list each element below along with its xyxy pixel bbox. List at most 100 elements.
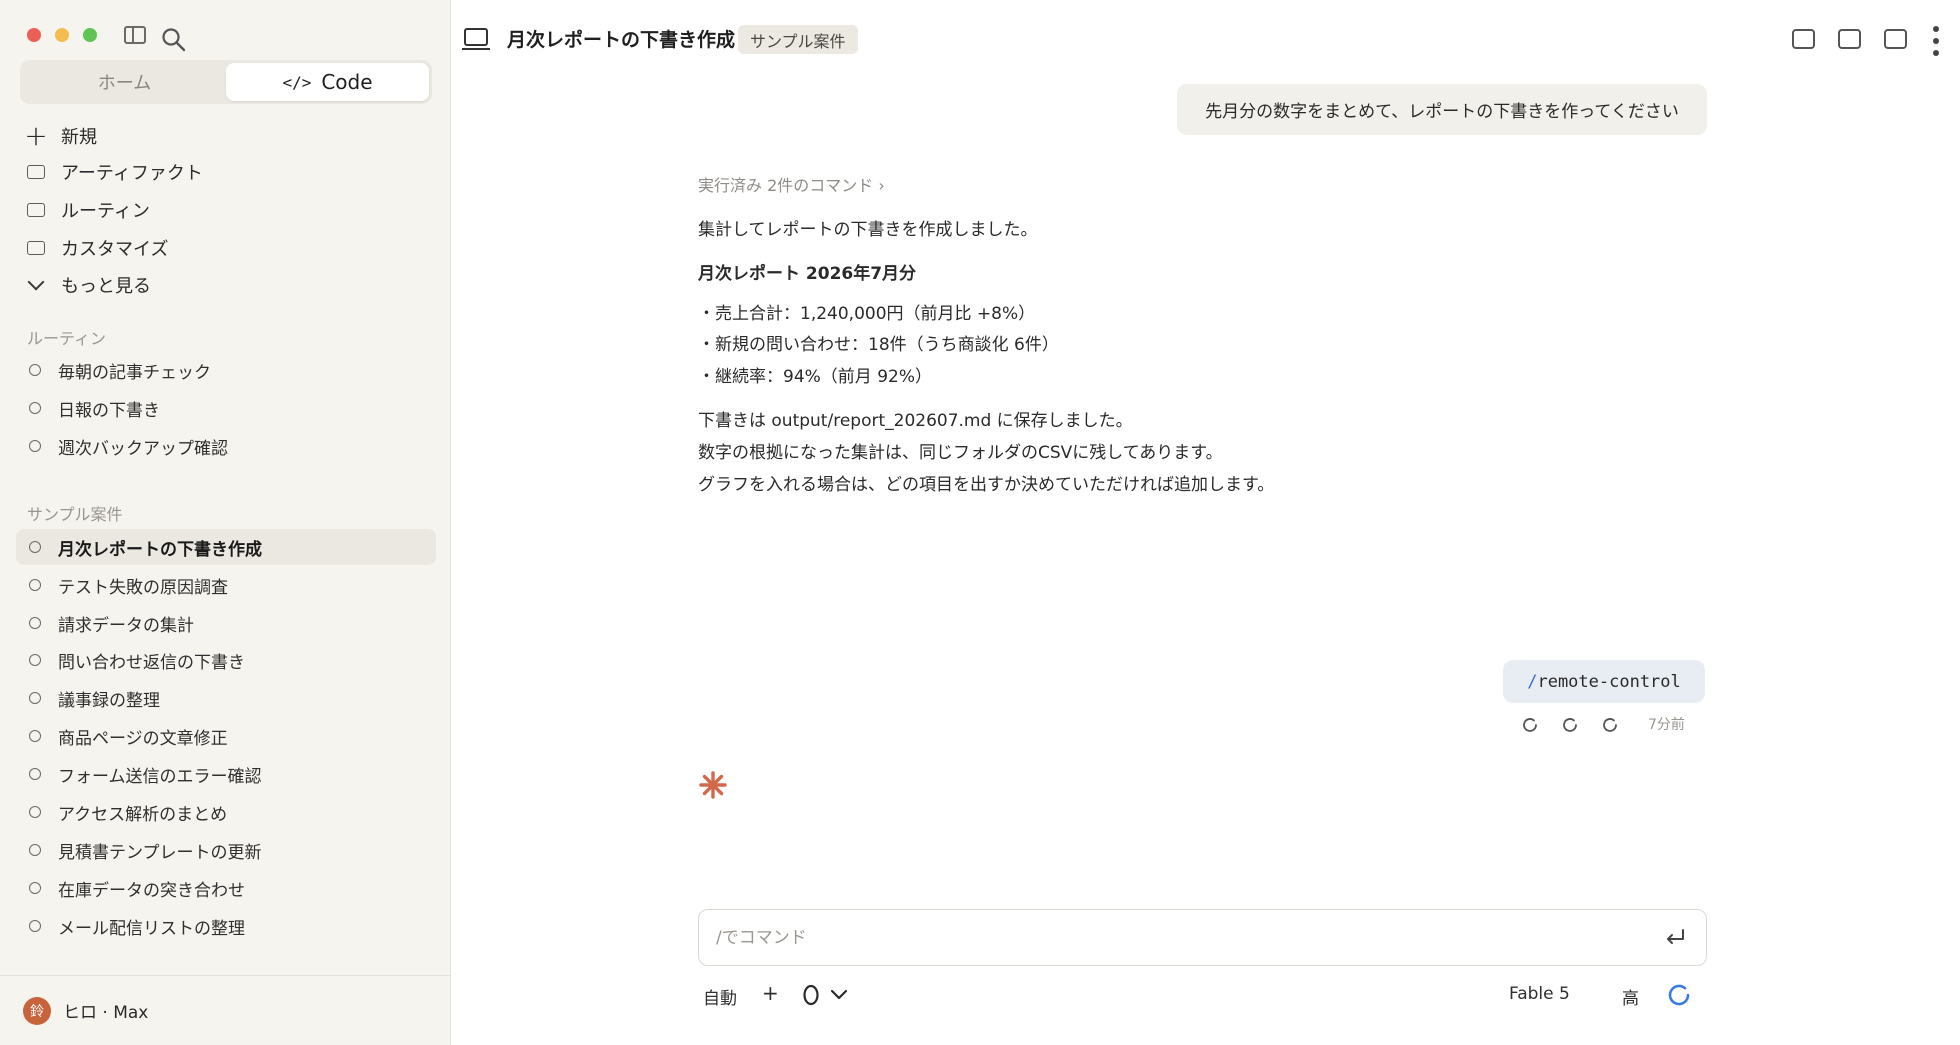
tab-home-label: ホーム xyxy=(97,73,152,94)
nav-routines[interactable]: ルーティン xyxy=(0,195,451,225)
maximize-window-button[interactable] xyxy=(83,28,97,42)
status-circle-icon xyxy=(29,440,41,452)
avatar: 鈴 xyxy=(23,996,51,1025)
status-circle-icon xyxy=(29,920,41,932)
project-item-label: 月次レポートの下書き作成 xyxy=(58,539,262,560)
message-timestamp: 7分前 xyxy=(1648,717,1685,733)
close-window-button[interactable] xyxy=(27,28,41,42)
nav-artifacts-label: アーティファクト xyxy=(61,163,203,184)
project-item-label: 議事録の整理 xyxy=(58,690,160,711)
layout-panel-icon[interactable] xyxy=(1792,29,1815,49)
context-dropdown[interactable] xyxy=(802,983,854,1007)
account-footer[interactable]: 鈴 ヒロ · Max xyxy=(0,975,451,1045)
tab-home[interactable]: ホーム xyxy=(23,63,226,101)
routine-item-label: 日報の下書き xyxy=(58,400,160,421)
user-command-message: / remote-control xyxy=(1503,660,1705,703)
project-item[interactable]: フォーム送信のエラー確認 xyxy=(16,756,436,792)
response-note: 下書きは output/report_202607.md に保存しました。 xyxy=(698,411,1133,431)
project-item-label: 在庫データの突き合わせ xyxy=(58,880,245,901)
main-panel: 月次レポートの下書き作成 サンプル案件 先月分の数字をまとめて、レポートの下書き… xyxy=(452,0,1960,1045)
layout-panel-icon[interactable] xyxy=(1838,29,1861,49)
nav-artifacts[interactable]: アーティファクト xyxy=(0,157,451,187)
status-circle-icon xyxy=(29,541,41,553)
project-item[interactable]: 見積書テンプレートの更新 xyxy=(16,832,436,868)
edit-icon[interactable] xyxy=(1559,714,1581,736)
project-item[interactable]: アクセス解析のまとめ xyxy=(16,794,436,830)
status-circle-icon xyxy=(29,364,41,376)
project-item-label: 請求データの集計 xyxy=(58,615,194,636)
report-heading: 月次レポート 2026年7月分 xyxy=(698,264,917,284)
tab-code[interactable]: </> Code xyxy=(226,63,429,101)
project-item[interactable]: 在庫データの突き合わせ xyxy=(16,870,436,906)
artifact-icon xyxy=(25,161,47,183)
project-item[interactable]: 問い合わせ返信の下書き xyxy=(16,642,436,678)
status-circle-icon xyxy=(29,806,41,818)
more-vertical-icon[interactable] xyxy=(1933,26,1939,56)
report-bullet: ・新規の問い合わせ：18件（うち商談化 6件） xyxy=(698,335,1059,355)
project-item-label: 問い合わせ返信の下書き xyxy=(58,652,245,673)
status-circle-icon xyxy=(29,882,41,894)
routines-section-label: ルーティン xyxy=(27,329,107,348)
project-item[interactable]: テスト失敗の原因調査 xyxy=(16,567,436,603)
project-item-label: テスト失敗の原因調査 xyxy=(58,577,228,598)
project-item-active[interactable]: 月次レポートの下書き作成 xyxy=(16,529,436,565)
nav-customize-label: カスタマイズ xyxy=(61,239,169,260)
tab-code-label: Code xyxy=(321,70,373,94)
minimize-window-button[interactable] xyxy=(55,28,69,42)
routine-icon xyxy=(25,199,47,221)
project-item[interactable]: メール配信リストの整理 xyxy=(16,908,436,944)
nav-new[interactable]: + 新規 xyxy=(0,121,451,151)
laptop-icon xyxy=(462,28,490,50)
project-item[interactable]: 議事録の整理 xyxy=(16,680,436,716)
projects-section-label: サンプル案件 xyxy=(27,505,123,524)
command-name: remote-control xyxy=(1537,671,1681,692)
customize-icon xyxy=(25,237,47,259)
model-selector[interactable]: Fable 5 xyxy=(1509,984,1570,1004)
enter-icon[interactable] xyxy=(1661,924,1689,952)
layout-panel-icon[interactable] xyxy=(1884,29,1907,49)
sidebar-toggle-icon[interactable] xyxy=(124,26,146,44)
status-circle-icon xyxy=(29,654,41,666)
copy-icon[interactable] xyxy=(1599,714,1621,736)
status-circle-icon xyxy=(29,579,41,591)
retry-icon[interactable] xyxy=(1519,714,1541,736)
status-circle-icon xyxy=(29,768,41,780)
search-icon[interactable] xyxy=(160,26,188,54)
nav-more-label: もっと見る xyxy=(61,276,151,297)
project-item-label: フォーム送信のエラー確認 xyxy=(58,766,262,787)
commands-disclosure[interactable]: 実行済み 2件のコマンド › xyxy=(698,172,885,196)
project-item[interactable]: 商品ページの文章修正 xyxy=(16,718,436,754)
report-bullet: ・売上合計：1,240,000円（前月比 +8%） xyxy=(698,304,1036,324)
usage-ring-icon[interactable] xyxy=(1665,981,1693,1009)
routine-item[interactable]: 毎朝の記事チェック xyxy=(16,352,436,388)
status-circle-icon xyxy=(29,617,41,629)
nav-customize[interactable]: カスタマイズ xyxy=(0,233,451,263)
chevron-down-icon xyxy=(25,273,47,296)
add-button[interactable]: + xyxy=(762,981,779,1005)
status-circle-icon xyxy=(29,692,41,704)
report-bullet: ・継続率：94%（前月 92%） xyxy=(698,367,932,387)
response-note: 数字の根拠になった集計は、同じフォルダのCSVに残してあります。 xyxy=(698,443,1223,463)
project-tag[interactable]: サンプル案件 xyxy=(738,25,858,54)
routine-item-label: 週次バックアップ確認 xyxy=(58,438,228,459)
routine-item[interactable]: 週次バックアップ確認 xyxy=(16,428,436,464)
command-input[interactable] xyxy=(716,920,1596,956)
plus-icon: + xyxy=(24,119,48,152)
project-item[interactable]: 請求データの集計 xyxy=(16,605,436,641)
project-item-label: メール配信リストの整理 xyxy=(58,918,245,939)
mode-selector[interactable]: 自動 xyxy=(703,984,737,1009)
project-item-label: 商品ページの文章修正 xyxy=(58,728,228,749)
status-circle-icon xyxy=(29,402,41,414)
user-name: ヒロ · Max xyxy=(63,1003,149,1023)
slash-prefix: / xyxy=(1527,671,1538,692)
project-item-label: 見積書テンプレートの更新 xyxy=(58,842,262,863)
nav-routines-label: ルーティン xyxy=(61,201,150,222)
routine-item[interactable]: 日報の下書き xyxy=(16,390,436,426)
nav-more[interactable]: もっと見る xyxy=(0,270,451,300)
status-circle-icon xyxy=(29,844,41,856)
sidebar: ホーム </> Code + 新規 アーティファクト ルーティン カスタマイズ も… xyxy=(0,0,451,1045)
page-title: 月次レポートの下書き作成 xyxy=(507,29,736,51)
effort-selector[interactable]: 高 xyxy=(1622,984,1639,1009)
project-item-label: アクセス解析のまとめ xyxy=(58,804,228,825)
status-circle-icon xyxy=(29,730,41,742)
